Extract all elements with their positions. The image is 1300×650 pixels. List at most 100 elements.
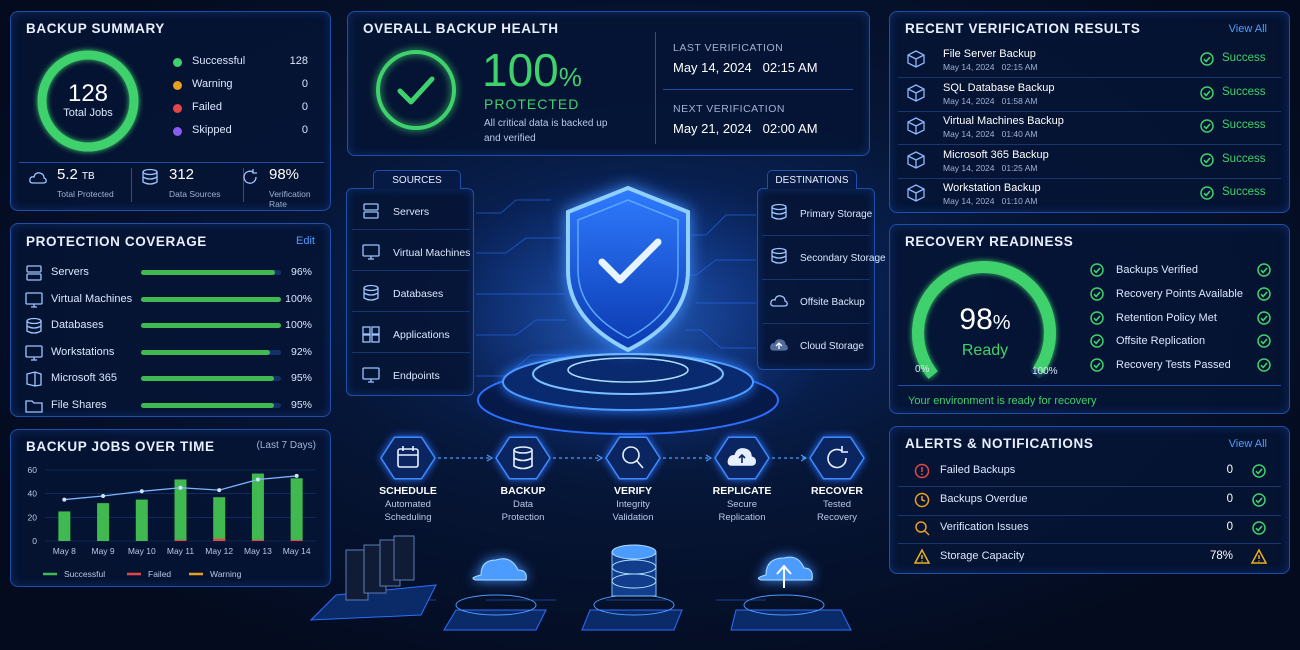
x-tick-label: May 14 bbox=[283, 546, 311, 556]
x-tick-label: May 8 bbox=[53, 546, 76, 556]
legend-dot-failed bbox=[173, 104, 182, 113]
coverage-bar-fill bbox=[141, 323, 281, 328]
source-label: Endpoints bbox=[393, 370, 440, 382]
stat-label: Verification Rate bbox=[269, 189, 311, 209]
coverage-bar-track bbox=[141, 349, 281, 355]
legend-label: Skipped bbox=[192, 124, 232, 136]
legend-dot-skipped bbox=[173, 127, 182, 136]
coverage-value: 100% bbox=[285, 292, 312, 305]
coverage-label: Virtual Machines bbox=[51, 292, 133, 305]
coverage-label: Microsoft 365 bbox=[51, 372, 118, 384]
alert-value: 78% bbox=[1209, 549, 1233, 562]
stat-label: Data Sources bbox=[169, 189, 221, 199]
success-check-icon bbox=[1200, 119, 1214, 133]
search-alert-icon bbox=[915, 521, 930, 536]
total-jobs-value: 128 bbox=[67, 80, 109, 107]
coverage-value: 100% bbox=[285, 319, 312, 331]
next-verification-label: NEXT VERIFICATION bbox=[673, 103, 785, 115]
trend-point bbox=[101, 494, 106, 499]
legend-label: Warning bbox=[192, 78, 233, 90]
health-check-icon bbox=[376, 50, 456, 130]
pipeline-step-line2: Scheduling bbox=[384, 512, 432, 523]
legend-dot-warning bbox=[173, 81, 182, 90]
source-label: Applications bbox=[393, 329, 450, 341]
desktop-icon bbox=[25, 344, 43, 361]
check-circle-icon bbox=[1090, 263, 1104, 277]
verification-name: SQL Database Backup bbox=[943, 81, 1055, 94]
pipeline-step-line1: Integrity bbox=[616, 499, 650, 510]
success-check-icon bbox=[1200, 186, 1214, 201]
warning-icon bbox=[1250, 547, 1268, 564]
alert-label: Backups Overdue bbox=[940, 492, 1028, 505]
coverage-bar-fill bbox=[141, 402, 274, 408]
stat-value: 312 bbox=[169, 166, 194, 183]
pipeline-step-line1: Tested bbox=[823, 499, 851, 510]
legend-value: 0 bbox=[301, 78, 308, 90]
warning-icon bbox=[913, 547, 931, 564]
overall-health-panel: OVERALL BACKUP HEALTH 100% PROTECTED All… bbox=[347, 11, 870, 156]
backup-summary-panel: BACKUP SUMMARY 128 Total Jobs Successful… bbox=[10, 11, 331, 211]
pipeline-step-title: VERIFY bbox=[614, 485, 652, 497]
pipeline-hex bbox=[495, 436, 551, 480]
backup-cube-icon bbox=[907, 117, 925, 135]
verification-date: May 14, 2024 01:40 AM bbox=[943, 129, 1038, 140]
recovery-check-label: Recovery Points Available bbox=[1116, 287, 1243, 300]
recovery-title: RECOVERY READINESS bbox=[905, 234, 1074, 249]
app-icon bbox=[362, 326, 380, 343]
bar-failed bbox=[174, 539, 187, 541]
x-tick-label: May 13 bbox=[244, 546, 272, 556]
coverage-bar-fill bbox=[141, 376, 274, 381]
alert-label: Failed Backups bbox=[940, 464, 1016, 476]
pipeline-step-line2: Replication bbox=[718, 512, 766, 523]
source-label: Servers bbox=[393, 206, 430, 218]
verification-date: May 14, 2024 01:58 AM bbox=[943, 95, 1038, 106]
alert-label: Verification Issues bbox=[940, 521, 1029, 533]
trend-point bbox=[178, 485, 183, 490]
check-circle-icon bbox=[1090, 310, 1104, 325]
success-check-icon bbox=[1200, 52, 1214, 66]
recovery-percent: 98% bbox=[904, 303, 1066, 337]
check-circle-icon bbox=[1257, 358, 1271, 372]
bar-failed bbox=[290, 539, 303, 541]
check-circle-icon bbox=[1257, 334, 1271, 349]
recovery-check-label: Backups Verified bbox=[1116, 264, 1198, 276]
verification-status: Success bbox=[1222, 186, 1266, 199]
verification-view-all[interactable]: View All bbox=[1229, 23, 1267, 35]
pipeline-step-line1: Data bbox=[512, 499, 534, 510]
legend-value: 0 bbox=[301, 124, 308, 136]
bar-failed bbox=[251, 539, 264, 541]
y-tick-label: 20 bbox=[28, 512, 38, 522]
y-tick-label: 60 bbox=[28, 465, 38, 475]
bottom-cloud-icon bbox=[443, 558, 547, 631]
alerts-view-all[interactable]: View All bbox=[1229, 438, 1267, 450]
recovery-percent-value: 98 bbox=[959, 303, 993, 336]
check-circle-icon bbox=[1257, 287, 1271, 301]
coverage-value: 95% bbox=[290, 372, 312, 384]
stat-unit: TB bbox=[81, 171, 95, 182]
trend-point bbox=[255, 477, 260, 482]
pipeline-step-title: SCHEDULE bbox=[379, 485, 437, 497]
chart-legend-label: Failed bbox=[148, 569, 171, 579]
coverage-edit-link[interactable]: Edit bbox=[296, 235, 315, 247]
y-tick-label: 0 bbox=[32, 536, 37, 546]
cloud-upload-icon bbox=[770, 339, 788, 351]
destinations-tab: DESTINATIONS bbox=[767, 170, 857, 189]
stat-divider bbox=[131, 168, 132, 202]
x-tick-label: May 10 bbox=[128, 546, 156, 556]
protection-coverage-panel: PROTECTION COVERAGE Edit Servers 96% Virtu… bbox=[10, 223, 331, 417]
monitor-icon bbox=[25, 291, 43, 308]
monitor-icon bbox=[362, 244, 380, 260]
bar-failed bbox=[213, 538, 226, 541]
stat-value: 5.2 TB bbox=[57, 166, 95, 183]
stat-label: Total Protected bbox=[57, 189, 114, 199]
backup-jobs-chart-panel: BACKUP JOBS OVER TIME (Last 7 Days) 60 40… bbox=[10, 429, 331, 587]
health-desc-1: All critical data is backed up bbox=[484, 118, 608, 129]
office-icon bbox=[26, 371, 42, 387]
clock-icon bbox=[914, 492, 930, 507]
success-check-icon bbox=[1200, 85, 1214, 100]
health-percent: 100% bbox=[482, 46, 582, 101]
x-tick-label: May 9 bbox=[91, 546, 114, 556]
bottom-database-icon bbox=[581, 544, 683, 631]
coverage-value: 95% bbox=[290, 398, 312, 411]
bar-successful bbox=[58, 511, 71, 541]
